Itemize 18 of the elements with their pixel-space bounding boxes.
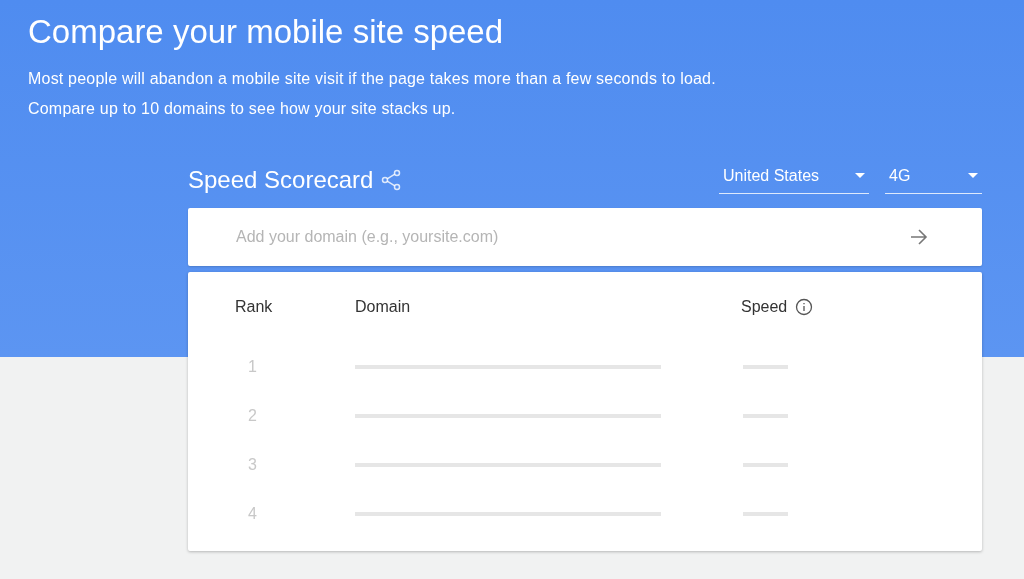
info-icon[interactable] <box>795 298 814 316</box>
country-dropdown[interactable]: United States <box>719 166 869 194</box>
speed-placeholder <box>743 462 788 467</box>
page-description: Most people will abandon a mobile site visit if the page takes more than a few seconds to load. Compare up to 10 domains to see how your site stacks up. <box>28 69 717 119</box>
network-dropdown[interactable]: 4G <box>885 166 982 194</box>
domain-input[interactable]: Add your domain (e.g., yoursite.com) <box>188 208 982 266</box>
speed-placeholder <box>743 511 788 516</box>
scorecard-title: Speed Scorecard <box>188 166 374 194</box>
speed-placeholder <box>743 364 788 369</box>
speed-placeholder <box>743 413 788 418</box>
caret-icon <box>855 173 865 178</box>
column-header: Rank <box>235 298 273 315</box>
column-header: Speed <box>741 298 788 316</box>
share-icon[interactable] <box>381 169 402 191</box>
page-title: Compare your mobile site speed <box>28 12 505 52</box>
caret-icon <box>968 173 978 178</box>
arrow-icon[interactable] <box>910 229 928 245</box>
column-header: Domain <box>355 298 411 315</box>
